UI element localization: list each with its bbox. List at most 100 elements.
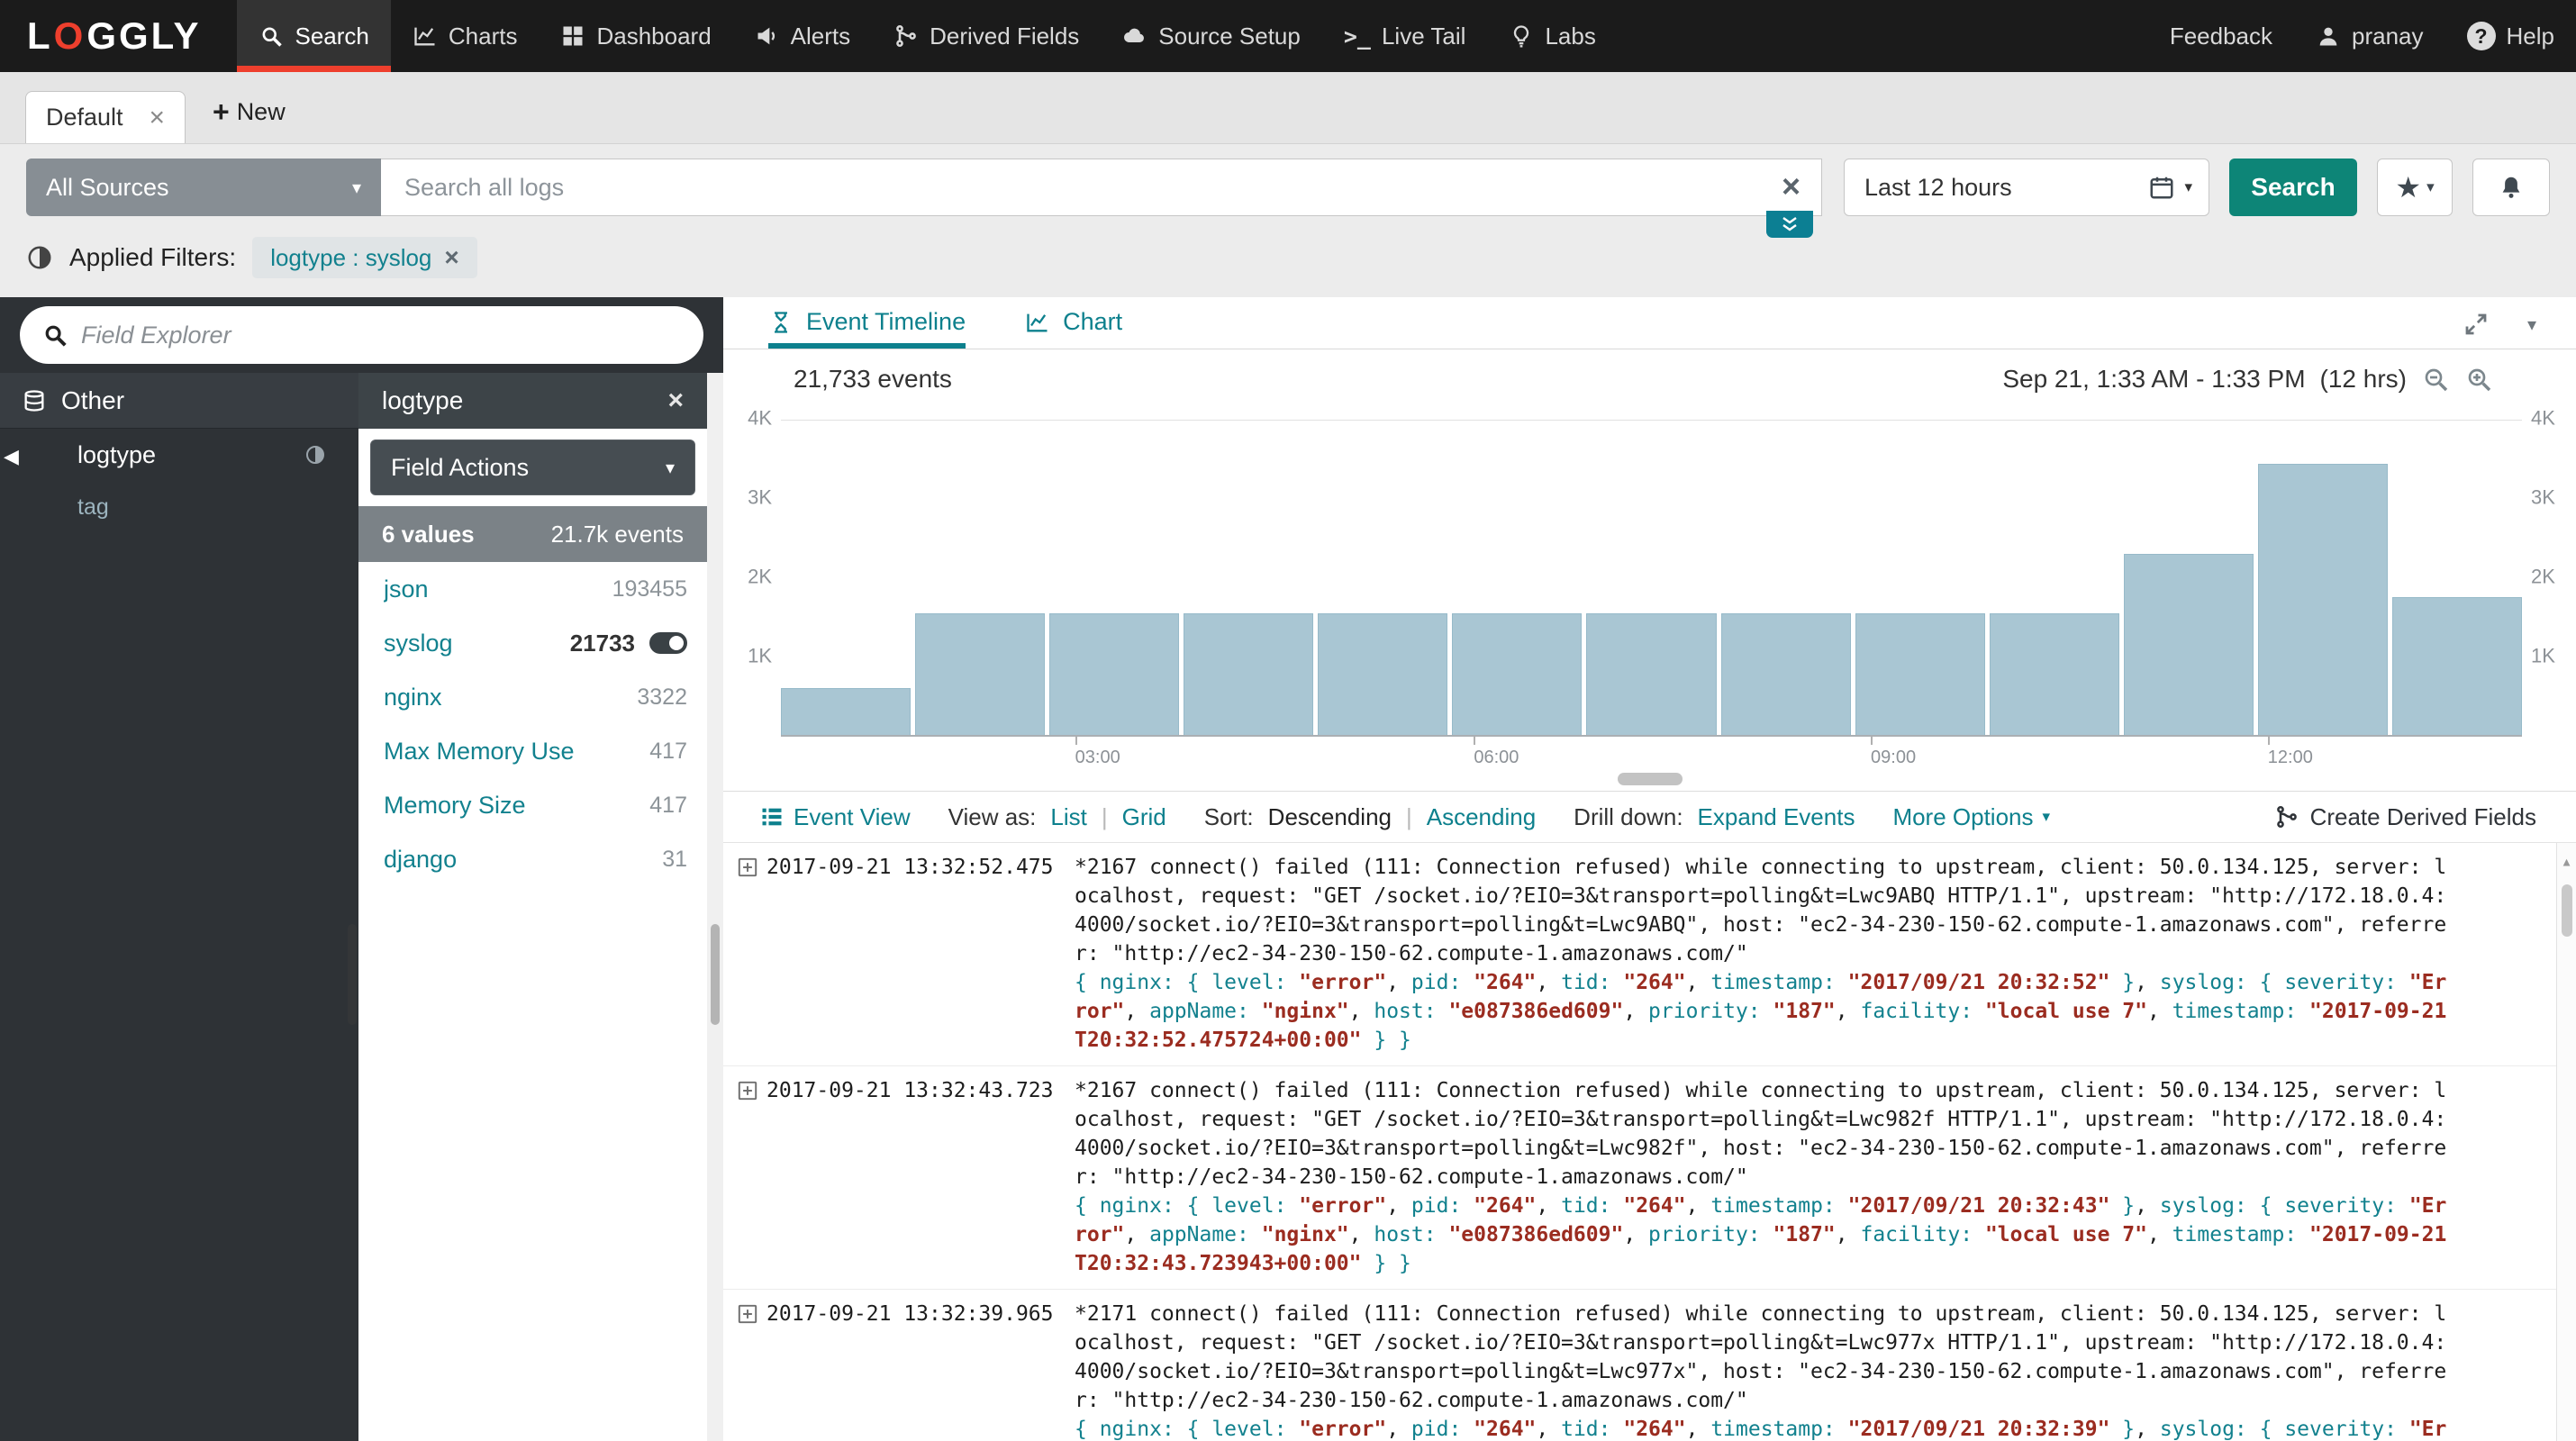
scrollbar-thumb[interactable] [348, 924, 357, 1025]
time-range-picker[interactable]: Last 12 hours ▾ [1844, 159, 2209, 216]
list-view-icon [759, 804, 785, 829]
field-item-logtype[interactable]: logtype [0, 429, 358, 481]
time-duration-label: (12 hrs) [2320, 365, 2407, 394]
new-tab-button[interactable]: + New [186, 95, 313, 143]
chart-bar[interactable] [1452, 613, 1582, 735]
nav-source-setup[interactable]: Source Setup [1101, 0, 1322, 72]
nav-search[interactable]: Search [237, 0, 390, 72]
create-derived-fields-button[interactable]: Create Derived Fields [2274, 803, 2536, 831]
field-values-panel: logtype × Field Actions ▾ 6 values 21.7k… [358, 373, 707, 1441]
cloud-icon [1122, 23, 1147, 49]
x-tick-label: 09:00 [1871, 737, 1916, 768]
help-icon: ? [2467, 22, 2496, 50]
chart-bar[interactable] [781, 688, 911, 735]
chart-xaxis: 03:0006:0009:0012:00 [781, 737, 2522, 767]
fullscreen-icon[interactable] [2463, 311, 2490, 338]
chart-bar[interactable] [1318, 613, 1447, 735]
logo-rest: GGLY [86, 14, 201, 58]
nav-user-menu[interactable]: pranay [2294, 0, 2445, 72]
chart-hscroll [723, 767, 2576, 791]
chart-meta-row: 21,733 events Sep 21, 1:33 AM - 1:33 PM … [723, 349, 2576, 409]
close-tab-icon[interactable]: × [149, 104, 165, 131]
value-row-json[interactable]: json 193455 [358, 562, 707, 616]
field-group-other[interactable]: Other [0, 373, 358, 429]
nav-alerts[interactable]: Alerts [733, 0, 872, 72]
chart-bar[interactable] [1855, 613, 1985, 735]
expand-event-icon[interactable] [736, 856, 759, 879]
vertical-scrollbar[interactable]: ▲ [2556, 843, 2576, 1441]
chart-bar[interactable] [2258, 464, 2388, 735]
sort-descending[interactable]: Descending [1268, 803, 1392, 831]
filter-toggle[interactable] [649, 632, 687, 654]
value-row-django[interactable]: django 31 [358, 832, 707, 886]
y-tick-label: 2K [2531, 566, 2555, 589]
field-explorer-searchbox[interactable] [20, 306, 703, 364]
y-tick-label: 1K [748, 645, 772, 668]
collapse-timeline-icon[interactable]: ▾ [2527, 313, 2536, 336]
expand-event-icon[interactable] [736, 1302, 759, 1326]
chart-bar[interactable] [1721, 613, 1851, 735]
more-options-dropdown[interactable]: More Options ▾ [1892, 803, 2050, 831]
sort-ascending[interactable]: Ascending [1427, 803, 1536, 831]
star-icon: ★ [2395, 173, 2421, 202]
expand-events-link[interactable]: Expand Events [1698, 803, 1855, 831]
nav-help[interactable]: ? Help [2445, 0, 2576, 72]
filter-chip-logtype-syslog[interactable]: logtype : syslog × [252, 237, 477, 278]
chart-plot: 03:0006:0009:0012:00 [781, 420, 2522, 767]
chart-bar[interactable] [1586, 613, 1716, 735]
tab-event-timeline[interactable]: Event Timeline [768, 308, 966, 349]
nav-dashboard[interactable]: Dashboard [539, 0, 732, 72]
event-row[interactable]: 2017-09-21 13:32:52.475*2167 connect() f… [723, 843, 2576, 1065]
chart-bar[interactable] [2124, 554, 2254, 735]
dashboard-grid-icon [560, 23, 585, 49]
value-row-memory-size[interactable]: Memory Size 417 [358, 778, 707, 832]
field-explorer-input[interactable] [81, 322, 682, 349]
y-tick-label: 3K [2531, 486, 2555, 510]
nav-charts[interactable]: Charts [391, 0, 540, 72]
chart-bar[interactable] [1184, 613, 1313, 735]
tab-chart[interactable]: Chart [1025, 308, 1122, 349]
tab-default[interactable]: Default × [25, 91, 186, 143]
vertical-scrollbar-thumb[interactable] [2562, 884, 2572, 937]
chart-bar[interactable] [1049, 613, 1179, 735]
event-row[interactable]: 2017-09-21 13:32:43.723*2167 connect() f… [723, 1065, 2576, 1289]
clear-search-icon[interactable]: × [1782, 168, 1800, 205]
search-button[interactable]: Search [2229, 159, 2357, 216]
loggly-logo[interactable]: LOGGLY [0, 0, 237, 72]
expand-event-icon[interactable] [736, 1079, 759, 1102]
zoom-in-icon[interactable] [2464, 365, 2493, 394]
event-row[interactable]: 2017-09-21 13:32:39.965*2171 connect() f… [723, 1289, 2576, 1441]
panel-title: logtype [382, 386, 463, 415]
chart-bar[interactable] [2392, 597, 2522, 735]
expand-search-badge[interactable] [1766, 211, 1813, 238]
chart-bar[interactable] [915, 613, 1045, 735]
value-row-nginx[interactable]: nginx 3322 [358, 670, 707, 724]
chart-bar[interactable] [1990, 613, 2119, 735]
remove-filter-icon[interactable]: × [444, 243, 458, 272]
value-row-syslog[interactable]: syslog 21733 [358, 616, 707, 670]
value-row-max-memory-use[interactable]: Max Memory Use 417 [358, 724, 707, 778]
nav-feedback[interactable]: Feedback [2148, 0, 2294, 72]
event-view-toolbar: Event View View as: List | Grid Sort: De… [723, 791, 2576, 843]
logo-o: O [54, 14, 86, 58]
field-actions-dropdown[interactable]: Field Actions ▾ [370, 440, 695, 495]
nav-live-tail[interactable]: >_ Live Tail [1322, 0, 1488, 72]
search-bar-row: All Sources ▾ × Last 12 hours ▾ Search ★… [0, 144, 2576, 227]
scrollbar-thumb[interactable] [711, 924, 720, 1025]
nav-derived-fields[interactable]: Derived Fields [872, 0, 1101, 72]
collapse-sidebar-icon[interactable]: ◀ [4, 445, 19, 468]
field-item-tag[interactable]: tag [0, 481, 358, 533]
nav-labs[interactable]: Labs [1487, 0, 1617, 72]
close-panel-icon[interactable]: × [667, 385, 684, 416]
scroll-up-icon[interactable]: ▲ [2557, 848, 2576, 877]
view-grid-link[interactable]: Grid [1122, 803, 1166, 831]
search-input[interactable] [381, 159, 1822, 216]
horizontal-scrollbar-thumb[interactable] [1618, 773, 1683, 785]
view-list-link[interactable]: List [1050, 803, 1086, 831]
chevron-down-icon: ▾ [2043, 808, 2051, 826]
drill-down-label: Drill down: [1574, 803, 1683, 831]
notifications-button[interactable] [2472, 159, 2550, 216]
favorites-button[interactable]: ★ ▾ [2377, 159, 2453, 216]
source-selector[interactable]: All Sources ▾ [26, 159, 381, 216]
zoom-out-icon[interactable] [2421, 365, 2450, 394]
